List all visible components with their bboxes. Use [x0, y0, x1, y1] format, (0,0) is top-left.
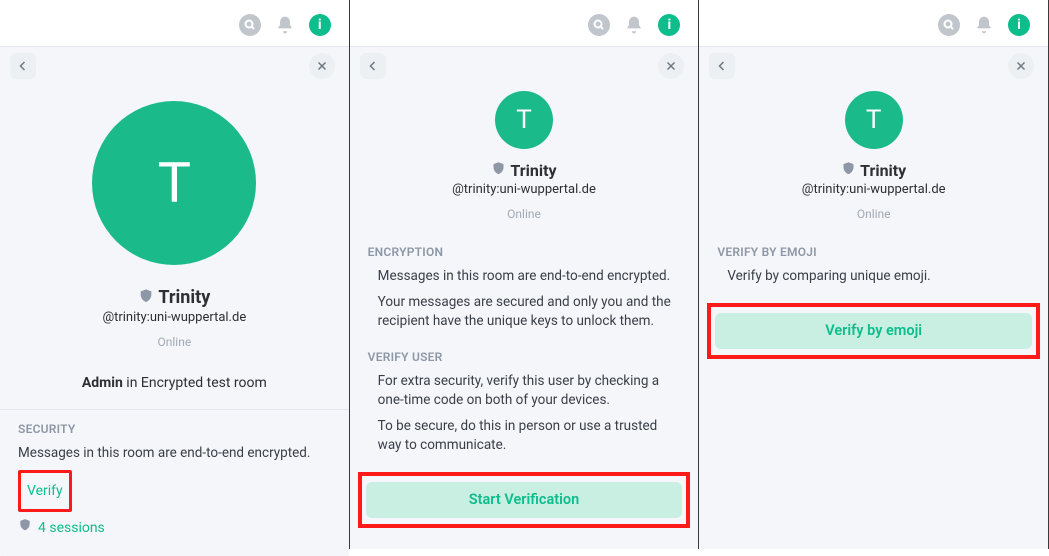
start-verification-highlight: Start Verification — [358, 472, 691, 528]
encryption-p1: Messages in this room are end-to-end enc… — [378, 267, 681, 287]
shield-icon — [18, 518, 32, 538]
info-icon[interactable]: i — [658, 14, 680, 36]
encryption-section: ENCRYPTION Messages in this room are end… — [350, 233, 699, 346]
encryption-header: ENCRYPTION — [368, 245, 681, 259]
verify-link-highlight: Verify — [18, 470, 72, 512]
verify-p2: To be secure, do this in person or use a… — [378, 417, 681, 456]
display-name: Trinity — [510, 161, 556, 180]
top-icon-bar: i — [350, 0, 699, 46]
name-row: Trinity — [491, 161, 556, 180]
verify-link[interactable]: Verify — [27, 481, 63, 501]
bell-icon[interactable] — [624, 15, 644, 35]
name-row: Trinity — [138, 287, 210, 308]
role-rest: in Encrypted test room — [123, 375, 267, 391]
search-icon[interactable] — [239, 14, 261, 36]
info-icon[interactable]: i — [309, 14, 331, 36]
search-icon[interactable] — [588, 14, 610, 36]
verify-emoji-header: VERIFY BY EMOJI — [717, 245, 1030, 259]
header-row — [0, 47, 349, 85]
top-icon-bar: i — [699, 0, 1048, 46]
panel-body: T Trinity @trinity:uni-wuppertal.de Onli… — [350, 46, 699, 549]
header-row — [350, 47, 699, 85]
user-handle: @trinity:uni-wuppertal.de — [102, 310, 246, 325]
user-handle: @trinity:uni-wuppertal.de — [802, 182, 946, 197]
display-name: Trinity — [860, 161, 906, 180]
verify-emoji-text: Verify by comparing unique emoji. — [727, 267, 1030, 287]
close-button[interactable] — [309, 53, 335, 79]
bell-icon[interactable] — [275, 15, 295, 35]
verify-emoji-highlight: Verify by emoji — [707, 303, 1040, 359]
start-verification-button[interactable]: Start Verification — [366, 482, 683, 518]
top-icon-bar: i — [0, 0, 349, 46]
panel-verify-emoji: i T Trinity @trinity:uni-wuppertal.de On… — [699, 0, 1049, 549]
name-row: Trinity — [841, 161, 906, 180]
back-button[interactable] — [709, 53, 735, 79]
verify-user-section: VERIFY USER For extra security, verify t… — [350, 346, 699, 470]
display-name: Trinity — [158, 287, 210, 308]
presence: Online — [857, 207, 891, 221]
avatar[interactable]: T — [92, 101, 256, 265]
security-section: SECURITY Messages in this room are end-t… — [0, 410, 349, 546]
panel-encryption: i T Trinity @trinity:uni-wuppertal.de On… — [350, 0, 700, 549]
sessions-row[interactable]: 4 sessions — [18, 518, 331, 538]
sessions-text: 4 sessions — [38, 518, 105, 538]
security-header: SECURITY — [18, 422, 331, 436]
close-button[interactable] — [658, 53, 684, 79]
profile-block: T Trinity @trinity:uni-wuppertal.de Onli… — [699, 85, 1048, 233]
verify-user-header: VERIFY USER — [368, 350, 681, 364]
role-strong: Admin — [82, 375, 123, 391]
encryption-body: Messages in this room are end-to-end enc… — [368, 267, 681, 332]
close-button[interactable] — [1008, 53, 1034, 79]
presence: Online — [507, 207, 541, 221]
info-icon[interactable]: i — [1008, 14, 1030, 36]
avatar[interactable]: T — [845, 91, 903, 149]
verify-by-emoji-button[interactable]: Verify by emoji — [715, 313, 1032, 349]
presence: Online — [157, 335, 191, 349]
encryption-p2: Your messages are secured and only you a… — [378, 293, 681, 332]
user-handle: @trinity:uni-wuppertal.de — [452, 182, 596, 197]
shield-icon — [841, 161, 856, 180]
security-text: Messages in this room are end-to-end enc… — [18, 444, 331, 464]
security-body: Messages in this room are end-to-end enc… — [18, 444, 331, 538]
shield-icon — [491, 161, 506, 180]
role-row: Admin in Encrypted test room — [0, 361, 349, 409]
header-row — [699, 47, 1048, 85]
shield-icon — [138, 288, 154, 308]
panel-user-info: i T Trinity @trinity:uni-wuppertal.de On… — [0, 0, 350, 549]
back-button[interactable] — [360, 53, 386, 79]
verify-emoji-body: Verify by comparing unique emoji. — [717, 267, 1030, 287]
verify-user-body: For extra security, verify this user by … — [368, 372, 681, 456]
profile-block: T Trinity @trinity:uni-wuppertal.de Onli… — [350, 85, 699, 233]
search-icon[interactable] — [938, 14, 960, 36]
verify-p1: For extra security, verify this user by … — [378, 372, 681, 411]
profile-block: T Trinity @trinity:uni-wuppertal.de Onli… — [0, 85, 349, 361]
panel-body: T Trinity @trinity:uni-wuppertal.de Onli… — [0, 46, 349, 556]
avatar[interactable]: T — [495, 91, 553, 149]
bell-icon[interactable] — [974, 15, 994, 35]
panel-body: T Trinity @trinity:uni-wuppertal.de Onli… — [699, 46, 1048, 549]
back-button[interactable] — [10, 53, 36, 79]
verify-emoji-section: VERIFY BY EMOJI Verify by comparing uniq… — [699, 233, 1048, 301]
